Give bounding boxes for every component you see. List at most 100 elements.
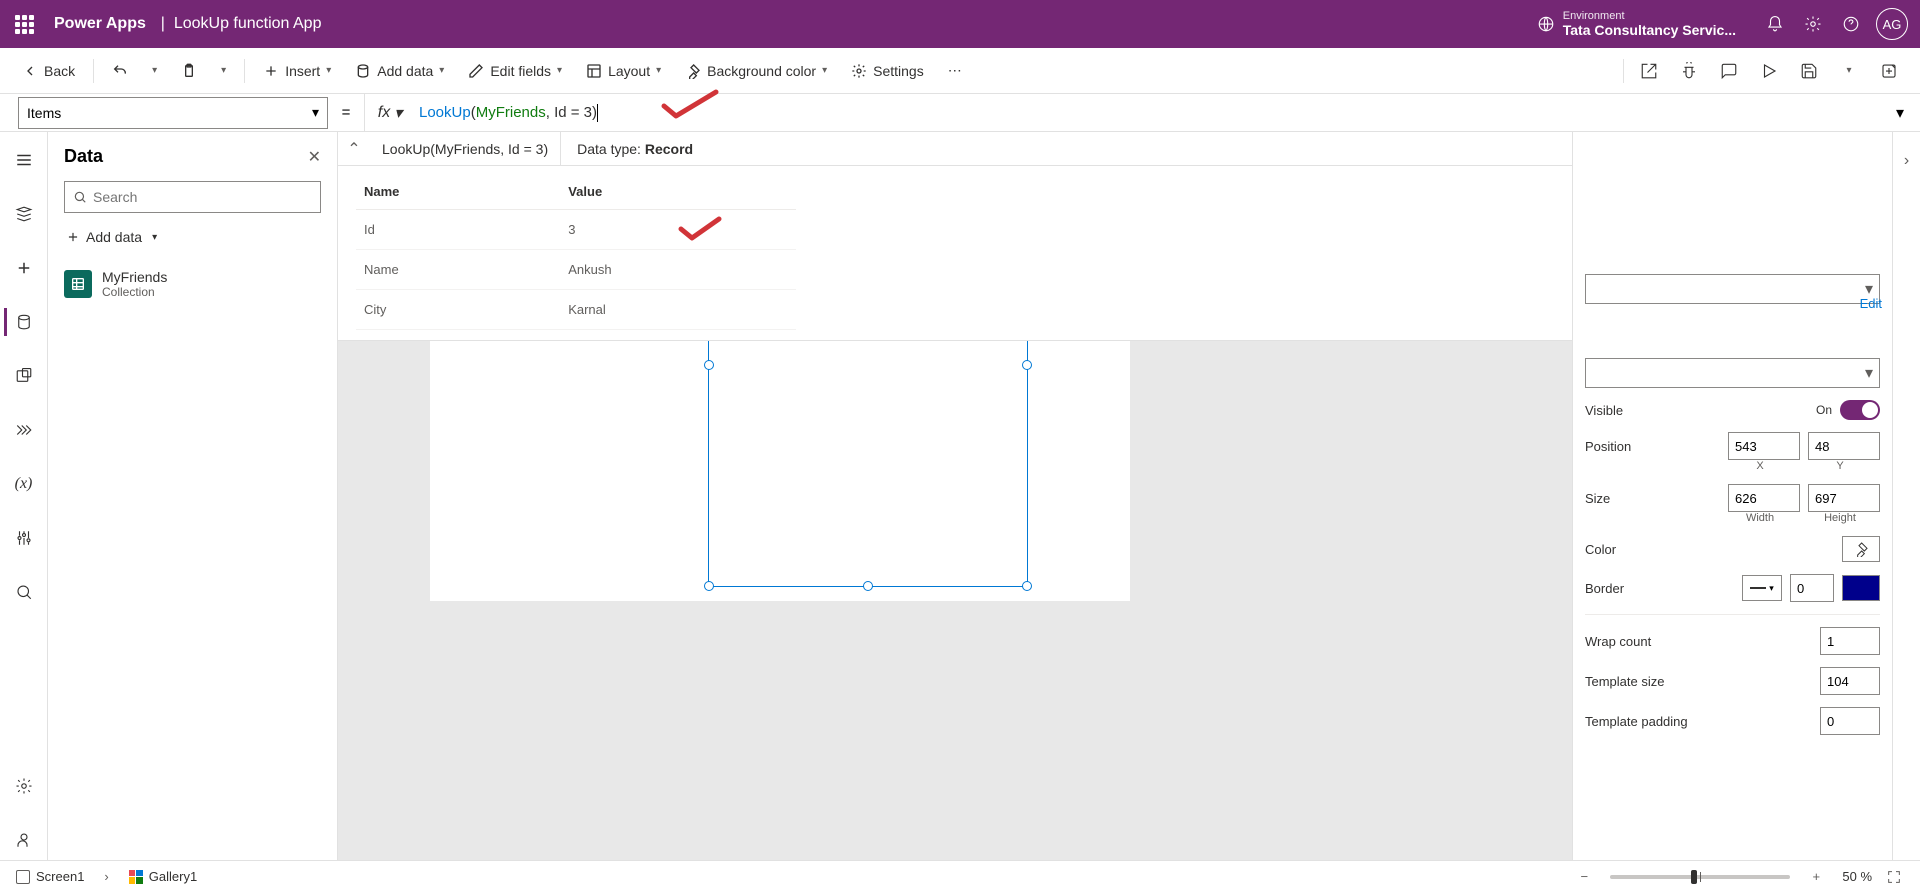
undo-dropdown[interactable]: ▾ — [142, 59, 167, 82]
settings-gear-icon[interactable] — [1794, 5, 1832, 43]
screen-icon — [16, 870, 30, 884]
template-size-label: Template size — [1585, 674, 1812, 689]
plus-icon — [66, 230, 80, 244]
breadcrumb-control-label: Gallery1 — [149, 869, 197, 884]
visible-label: Visible — [1585, 403, 1808, 418]
formula-expand-button[interactable]: ▾ — [1880, 103, 1920, 123]
clipboard-icon — [181, 63, 197, 79]
zoom-slider[interactable] — [1610, 875, 1790, 879]
formula-input[interactable]: LookUp(MyFriends, Id = 3) — [415, 103, 1880, 122]
search-icon — [73, 190, 87, 204]
paste-button[interactable] — [171, 57, 207, 85]
media-rail-icon[interactable] — [4, 356, 44, 396]
save-button[interactable] — [1790, 52, 1828, 90]
visible-toggle[interactable] — [1840, 400, 1880, 420]
edit-link[interactable]: Edit — [1860, 296, 1882, 311]
data-search-box[interactable] — [64, 181, 321, 213]
data-source-item[interactable]: MyFriends Collection — [48, 261, 337, 307]
insert-rail-icon[interactable] — [4, 248, 44, 288]
virtual-agent-icon[interactable] — [4, 820, 44, 860]
color-picker-button[interactable] — [1842, 536, 1880, 562]
layout-icon — [586, 63, 602, 79]
collapse-preview-button[interactable]: ⌃ — [338, 139, 370, 159]
add-data-button[interactable]: Add data ▾ — [345, 57, 454, 85]
publish-button[interactable] — [1870, 52, 1908, 90]
height-input[interactable] — [1808, 484, 1880, 512]
layout-button[interactable]: Layout ▾ — [576, 57, 671, 85]
breadcrumb-control[interactable]: Gallery1 — [123, 867, 203, 886]
undo-button[interactable] — [102, 57, 138, 85]
advanced-tools-icon[interactable] — [4, 518, 44, 558]
resize-handle[interactable] — [704, 581, 714, 591]
hamburger-icon[interactable] — [4, 140, 44, 180]
preview-formula-text: LookUp(MyFriends, Id = 3) — [370, 132, 561, 165]
resize-handle[interactable] — [863, 581, 873, 591]
settings-button[interactable]: Settings — [841, 57, 934, 85]
border-color-swatch[interactable] — [1842, 575, 1880, 601]
file-name: LookUp function App — [174, 15, 322, 32]
resize-handle[interactable] — [1022, 360, 1032, 370]
tree-view-icon[interactable] — [4, 194, 44, 234]
record-preview-table: Name Value Id3 NameAnkush CityKarnal — [356, 174, 796, 330]
property-selector[interactable]: Items ▾ — [18, 97, 328, 129]
app-checker-button[interactable] — [1670, 52, 1708, 90]
zoom-in-button[interactable]: + — [1804, 869, 1828, 884]
save-dropdown[interactable]: ▾ — [1830, 52, 1868, 90]
property-dropdown-2[interactable]: ▾ — [1585, 358, 1880, 388]
environment-picker[interactable]: Environment Tata Consultancy Servic... — [1537, 10, 1736, 38]
color-label: Color — [1585, 542, 1834, 557]
zoom-value: 50 % — [1842, 869, 1872, 884]
position-x-input[interactable] — [1728, 432, 1800, 460]
equals-sign: = — [328, 104, 364, 121]
width-input[interactable] — [1728, 484, 1800, 512]
app-launcher-icon[interactable] — [12, 12, 36, 36]
resize-handle[interactable] — [1022, 581, 1032, 591]
wrap-count-input[interactable] — [1820, 627, 1880, 655]
fit-to-window-button[interactable] — [1886, 869, 1910, 885]
breadcrumb-screen[interactable]: Screen1 — [10, 867, 90, 886]
template-size-input[interactable] — [1820, 667, 1880, 695]
user-avatar[interactable]: AG — [1876, 8, 1908, 40]
background-color-label: Background color — [707, 63, 816, 79]
resize-handle[interactable] — [704, 360, 714, 370]
app-header: Power Apps | LookUp function App Environ… — [0, 0, 1920, 48]
template-padding-label: Template padding — [1585, 714, 1812, 729]
border-width-input[interactable] — [1790, 574, 1834, 602]
comments-button[interactable] — [1710, 52, 1748, 90]
close-panel-button[interactable]: ✕ — [308, 147, 321, 167]
canvas[interactable]: ⌃ LookUp(MyFriends, Id = 3) Data type: R… — [338, 132, 1572, 860]
add-data-panel-button[interactable]: Add data ▾ — [64, 223, 321, 251]
background-color-button[interactable]: Background color ▾ — [675, 57, 837, 85]
edit-fields-label: Edit fields — [490, 63, 551, 79]
fx-button[interactable]: fx▾ — [365, 103, 415, 123]
position-y-input[interactable] — [1808, 432, 1880, 460]
properties-pane: ▾ Edit ▾ Visible On Position X Y Size — [1572, 132, 1892, 860]
right-rail-expand-button[interactable]: › — [1892, 132, 1920, 860]
x-sublabel: X — [1724, 460, 1796, 472]
data-search-input[interactable] — [93, 189, 312, 205]
data-source-type: Collection — [102, 285, 167, 299]
border-style-dropdown[interactable]: ▾ — [1742, 575, 1782, 601]
share-button[interactable] — [1630, 52, 1668, 90]
rail-settings-icon[interactable] — [4, 766, 44, 806]
environment-label: Environment — [1563, 10, 1736, 22]
template-padding-input[interactable] — [1820, 707, 1880, 735]
power-automate-icon[interactable] — [4, 410, 44, 450]
formula-bar-row: Items ▾ = fx▾ LookUp(MyFriends, Id = 3) … — [0, 94, 1920, 132]
property-dropdown-1[interactable]: ▾ — [1585, 274, 1880, 304]
variables-icon[interactable]: (x) — [4, 464, 44, 504]
insert-button[interactable]: Insert ▾ — [253, 57, 341, 85]
notifications-icon[interactable] — [1756, 5, 1794, 43]
zoom-slider-thumb[interactable] — [1691, 870, 1697, 884]
zoom-out-button[interactable]: − — [1572, 869, 1596, 884]
paste-dropdown[interactable]: ▾ — [211, 59, 236, 82]
preview-button[interactable] — [1750, 52, 1788, 90]
search-rail-icon[interactable] — [4, 572, 44, 612]
more-button[interactable]: ⋯ — [938, 56, 972, 85]
data-rail-icon[interactable] — [4, 302, 44, 342]
position-label: Position — [1585, 439, 1720, 454]
back-button[interactable]: Back — [12, 57, 85, 85]
edit-fields-button[interactable]: Edit fields ▾ — [458, 57, 572, 85]
left-rail: (x) — [0, 132, 48, 860]
help-icon[interactable] — [1832, 5, 1870, 43]
